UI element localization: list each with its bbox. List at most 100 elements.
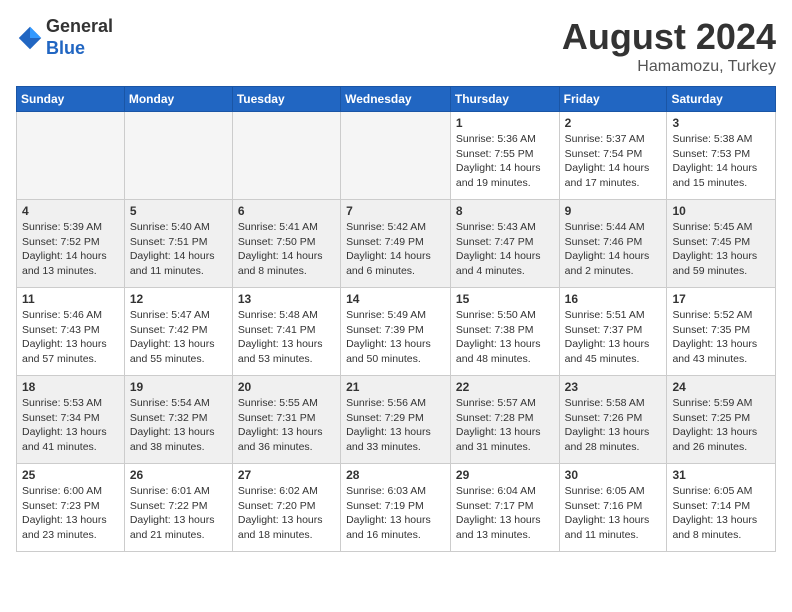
location: Hamamozu, Turkey — [562, 58, 776, 76]
weekday-header-saturday: Saturday — [667, 87, 776, 112]
calendar-cell: 10Sunrise: 5:45 AMSunset: 7:45 PMDayligh… — [667, 200, 776, 288]
day-info: Sunrise: 5:46 AMSunset: 7:43 PMDaylight:… — [22, 308, 119, 367]
day-number: 13 — [238, 292, 335, 306]
calendar-cell: 8 Sunrise: 5:43 AMSunset: 7:47 PMDaylight… — [450, 200, 559, 288]
day-number: 1 — [456, 116, 554, 130]
day-info: Sunrise: 5:56 AMSunset: 7:29 PMDaylight:… — [346, 396, 445, 455]
calendar-cell: 2 Sunrise: 5:37 AMSunset: 7:54 PMDaylight… — [559, 112, 667, 200]
day-info: Sunrise: 5:49 AMSunset: 7:39 PMDaylight:… — [346, 308, 445, 367]
calendar-cell — [17, 112, 125, 200]
day-info: Sunrise: 5:52 AMSunset: 7:35 PMDaylight:… — [672, 308, 770, 367]
weekday-header-friday: Friday — [559, 87, 667, 112]
calendar-cell: 25Sunrise: 6:00 AMSunset: 7:23 PMDayligh… — [17, 464, 125, 552]
day-number: 9 — [565, 204, 662, 218]
day-info: Sunrise: 6:02 AMSunset: 7:20 PMDaylight:… — [238, 484, 335, 543]
day-number: 2 — [565, 116, 662, 130]
day-info: Sunrise: 6:00 AMSunset: 7:23 PMDaylight:… — [22, 484, 119, 543]
day-number: 20 — [238, 380, 335, 394]
day-number: 11 — [22, 292, 119, 306]
day-info: Sunrise: 5:59 AMSunset: 7:25 PMDaylight:… — [672, 396, 770, 455]
day-info: Sunrise: 5:42 AMSunset: 7:49 PMDaylight:… — [346, 220, 445, 279]
day-number: 21 — [346, 380, 445, 394]
weekday-header-monday: Monday — [124, 87, 232, 112]
calendar-cell: 12Sunrise: 5:47 AMSunset: 7:42 PMDayligh… — [124, 288, 232, 376]
day-info: Sunrise: 6:01 AMSunset: 7:22 PMDaylight:… — [130, 484, 227, 543]
day-number: 22 — [456, 380, 554, 394]
day-info: Sunrise: 5:55 AMSunset: 7:31 PMDaylight:… — [238, 396, 335, 455]
day-info: Sunrise: 6:04 AMSunset: 7:17 PMDaylight:… — [456, 484, 554, 543]
logo: General Blue — [16, 16, 113, 59]
calendar-cell — [232, 112, 340, 200]
calendar-cell: 16Sunrise: 5:51 AMSunset: 7:37 PMDayligh… — [559, 288, 667, 376]
day-number: 24 — [672, 380, 770, 394]
calendar-week-row: 25Sunrise: 6:00 AMSunset: 7:23 PMDayligh… — [17, 464, 776, 552]
calendar-table: SundayMondayTuesdayWednesdayThursdayFrid… — [16, 86, 776, 552]
calendar-week-row: 1 Sunrise: 5:36 AMSunset: 7:55 PMDaylight… — [17, 112, 776, 200]
day-info: Sunrise: 5:37 AMSunset: 7:54 PMDaylight:… — [565, 132, 662, 191]
logo-icon — [16, 24, 44, 52]
weekday-header-thursday: Thursday — [450, 87, 559, 112]
calendar-cell: 11 Sunrise: 5:46 AMSunset: 7:43 PMDayligh… — [17, 288, 125, 376]
calendar-cell: 6Sunrise: 5:41 AMSunset: 7:50 PMDaylight… — [232, 200, 340, 288]
calendar-cell: 27 Sunrise: 6:02 AMSunset: 7:20 PMDayligh… — [232, 464, 340, 552]
day-number: 4 — [22, 204, 119, 218]
calendar-cell: 22 Sunrise: 5:57 AMSunset: 7:28 PMDayligh… — [450, 376, 559, 464]
day-info: Sunrise: 5:48 AMSunset: 7:41 PMDaylight:… — [238, 308, 335, 367]
calendar-cell: 4 Sunrise: 5:39 AMSunset: 7:52 PMDaylight… — [17, 200, 125, 288]
calendar-cell: 29Sunrise: 6:04 AMSunset: 7:17 PMDayligh… — [450, 464, 559, 552]
calendar-cell: 20 Sunrise: 5:55 AMSunset: 7:31 PMDayligh… — [232, 376, 340, 464]
calendar-cell: 18 Sunrise: 5:53 AMSunset: 7:34 PMDayligh… — [17, 376, 125, 464]
calendar-cell: 9 Sunrise: 5:44 AMSunset: 7:46 PMDaylight… — [559, 200, 667, 288]
day-number: 8 — [456, 204, 554, 218]
weekday-header-row: SundayMondayTuesdayWednesdayThursdayFrid… — [17, 87, 776, 112]
day-number: 5 — [130, 204, 227, 218]
calendar-week-row: 4 Sunrise: 5:39 AMSunset: 7:52 PMDaylight… — [17, 200, 776, 288]
calendar-cell: 31 Sunrise: 6:05 AMSunset: 7:14 PMDayligh… — [667, 464, 776, 552]
day-info: Sunrise: 5:47 AMSunset: 7:42 PMDaylight:… — [130, 308, 227, 367]
day-info: Sunrise: 5:53 AMSunset: 7:34 PMDaylight:… — [22, 396, 119, 455]
day-number: 18 — [22, 380, 119, 394]
calendar-cell: 15Sunrise: 5:50 AMSunset: 7:38 PMDayligh… — [450, 288, 559, 376]
day-info: Sunrise: 5:36 AMSunset: 7:55 PMDaylight:… — [456, 132, 554, 191]
day-number: 23 — [565, 380, 662, 394]
calendar-cell — [341, 112, 451, 200]
day-info: Sunrise: 5:44 AMSunset: 7:46 PMDaylight:… — [565, 220, 662, 279]
weekday-header-sunday: Sunday — [17, 87, 125, 112]
calendar-cell: 5 Sunrise: 5:40 AMSunset: 7:51 PMDaylight… — [124, 200, 232, 288]
day-number: 30 — [565, 468, 662, 482]
day-info: Sunrise: 6:05 AMSunset: 7:14 PMDaylight:… — [672, 484, 770, 543]
calendar-cell: 1 Sunrise: 5:36 AMSunset: 7:55 PMDaylight… — [450, 112, 559, 200]
day-number: 15 — [456, 292, 554, 306]
day-info: Sunrise: 5:58 AMSunset: 7:26 PMDaylight:… — [565, 396, 662, 455]
day-number: 17 — [672, 292, 770, 306]
page-header: General Blue August 2024 Hamamozu, Turke… — [16, 16, 776, 76]
day-info: Sunrise: 5:43 AMSunset: 7:47 PMDaylight:… — [456, 220, 554, 279]
calendar-cell — [124, 112, 232, 200]
day-info: Sunrise: 5:54 AMSunset: 7:32 PMDaylight:… — [130, 396, 227, 455]
day-number: 14 — [346, 292, 445, 306]
day-info: Sunrise: 5:40 AMSunset: 7:51 PMDaylight:… — [130, 220, 227, 279]
calendar-week-row: 11 Sunrise: 5:46 AMSunset: 7:43 PMDayligh… — [17, 288, 776, 376]
day-info: Sunrise: 5:38 AMSunset: 7:53 PMDaylight:… — [672, 132, 770, 191]
day-number: 31 — [672, 468, 770, 482]
day-number: 26 — [130, 468, 227, 482]
weekday-header-wednesday: Wednesday — [341, 87, 451, 112]
day-info: Sunrise: 6:05 AMSunset: 7:16 PMDaylight:… — [565, 484, 662, 543]
calendar-cell: 14 Sunrise: 5:49 AMSunset: 7:39 PMDayligh… — [341, 288, 451, 376]
day-number: 3 — [672, 116, 770, 130]
day-info: Sunrise: 6:03 AMSunset: 7:19 PMDaylight:… — [346, 484, 445, 543]
day-number: 27 — [238, 468, 335, 482]
day-number: 6 — [238, 204, 335, 218]
weekday-header-tuesday: Tuesday — [232, 87, 340, 112]
calendar-cell: 13 Sunrise: 5:48 AMSunset: 7:41 PMDayligh… — [232, 288, 340, 376]
day-info: Sunrise: 5:57 AMSunset: 7:28 PMDaylight:… — [456, 396, 554, 455]
day-info: Sunrise: 5:51 AMSunset: 7:37 PMDaylight:… — [565, 308, 662, 367]
calendar-week-row: 18 Sunrise: 5:53 AMSunset: 7:34 PMDayligh… — [17, 376, 776, 464]
calendar-cell: 26 Sunrise: 6:01 AMSunset: 7:22 PMDayligh… — [124, 464, 232, 552]
month-year: August 2024 — [562, 16, 776, 58]
day-info: Sunrise: 5:45 AMSunset: 7:45 PMDaylight:… — [672, 220, 770, 279]
logo-text: General Blue — [46, 16, 113, 59]
calendar-cell: 3 Sunrise: 5:38 AMSunset: 7:53 PMDaylight… — [667, 112, 776, 200]
day-number: 28 — [346, 468, 445, 482]
day-info: Sunrise: 5:39 AMSunset: 7:52 PMDaylight:… — [22, 220, 119, 279]
